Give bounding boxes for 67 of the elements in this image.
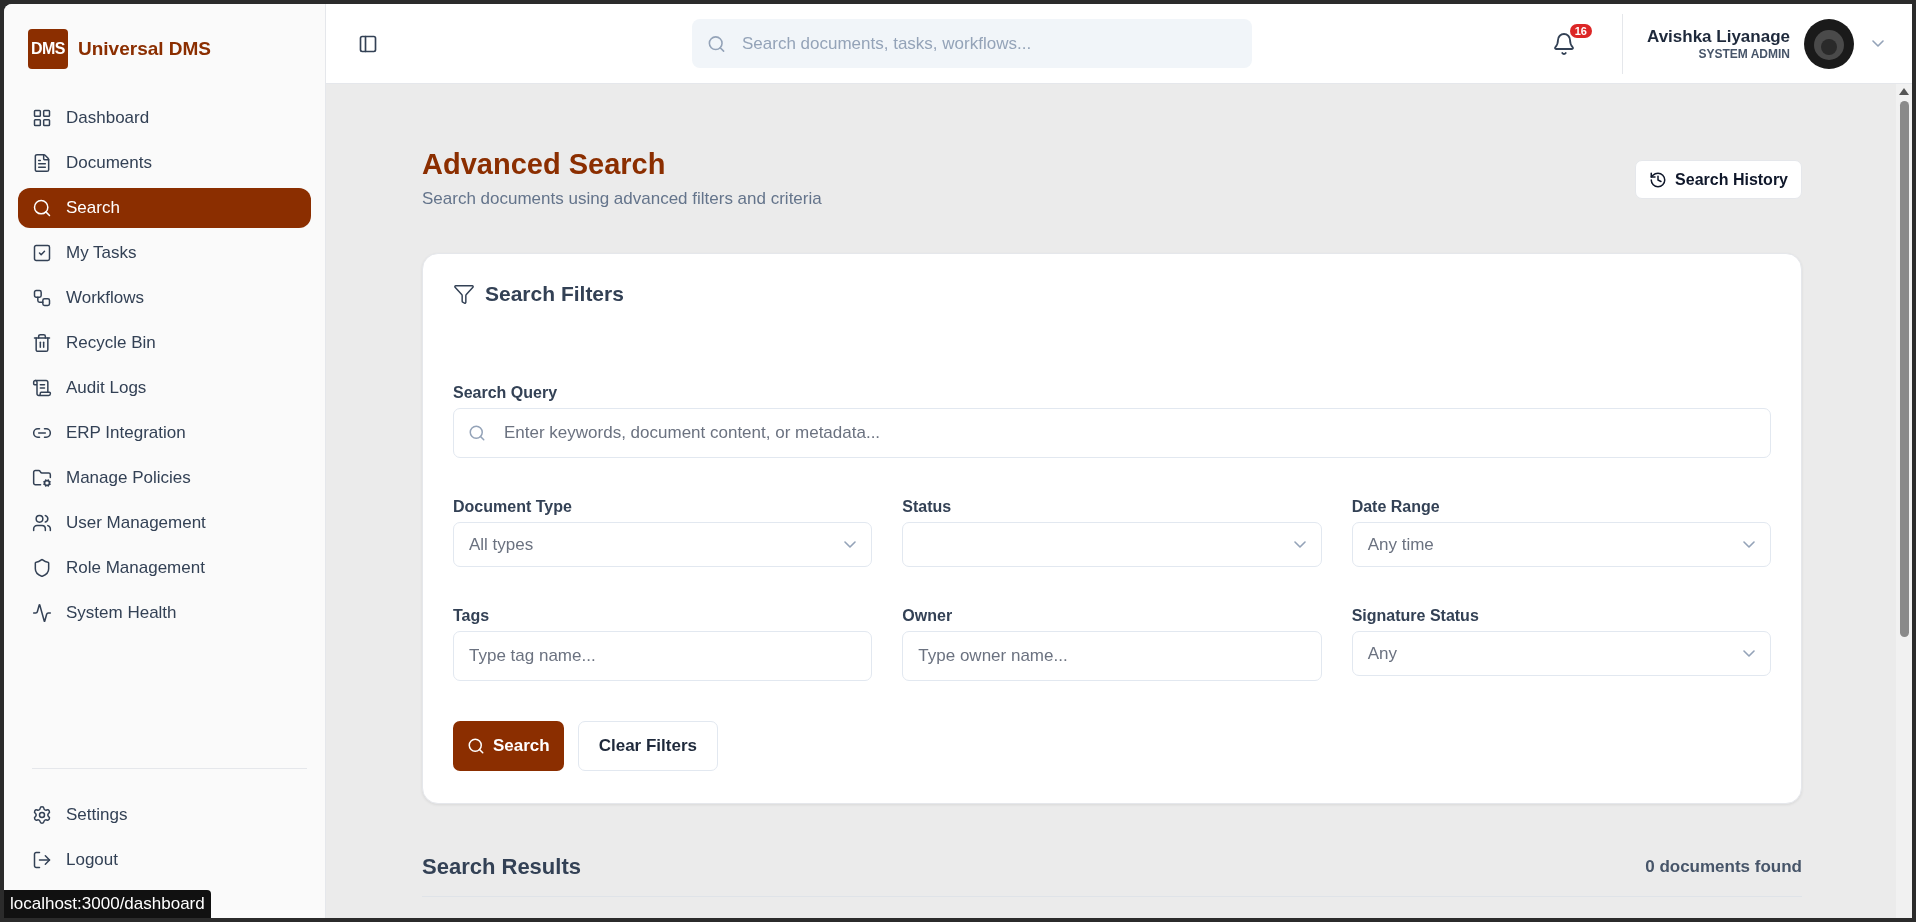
field-label: Document Type <box>453 498 573 516</box>
search-history-button[interactable]: Search History <box>1635 160 1802 199</box>
field-label: Signature Status <box>1351 607 1480 625</box>
sidebar-item[interactable]: User Management <box>18 503 311 543</box>
shield-icon <box>32 558 52 578</box>
trash-icon <box>32 333 52 353</box>
page-subtitle: Search documents using advanced filters and criteria <box>422 189 822 209</box>
brand-name: Universal DMS <box>78 38 212 60</box>
workflow-icon <box>32 288 52 308</box>
scrollbar[interactable] <box>1896 84 1912 918</box>
checkbox-icon <box>32 243 52 263</box>
select-field[interactable]: All types <box>453 522 873 567</box>
query-field[interactable]: Enter keywords, document content, or metadata... <box>453 408 1771 458</box>
field-label: Search Query <box>453 384 559 402</box>
sidebar-item[interactable]: Logout <box>18 840 311 880</box>
notification-badge: 16 <box>1569 23 1592 38</box>
sidebar-item[interactable]: My Tasks <box>18 233 311 273</box>
sidebar-item[interactable]: Workflows <box>18 278 311 318</box>
document-icon <box>32 153 52 173</box>
sidebar-item[interactable]: Recycle Bin <box>18 323 311 363</box>
logout-icon <box>32 850 52 870</box>
field-label: Date Range <box>1351 498 1441 516</box>
settings-icon <box>32 805 52 825</box>
chevron-down-icon <box>1293 541 1306 548</box>
folder-gear-icon <box>32 468 52 488</box>
card-title: Search Filters <box>485 282 624 306</box>
select-field[interactable]: Any <box>1351 631 1771 676</box>
field-label: Tags <box>453 607 491 625</box>
chevron-down-icon <box>844 541 857 548</box>
results-count: 0 documents found <box>1645 857 1802 877</box>
avatar[interactable] <box>1804 18 1854 69</box>
sidebar-item[interactable]: Search <box>18 188 311 228</box>
scroll-up-icon[interactable] <box>1899 88 1909 95</box>
grid-icon <box>32 108 52 128</box>
search-icon <box>32 198 52 218</box>
input-field[interactable]: Type tag name... <box>453 631 873 681</box>
sidebar-item[interactable]: Role Management <box>18 548 311 588</box>
search-button[interactable]: Search <box>453 721 564 771</box>
select-field[interactable]: Any time <box>1351 522 1771 567</box>
results-title: Search Results <box>422 854 581 880</box>
sidebar-item[interactable]: Manage Policies <box>18 458 311 498</box>
page-title: Advanced Search <box>422 148 667 181</box>
chevron-down-icon <box>1743 541 1755 548</box>
users-icon <box>32 513 52 533</box>
clear-filters-button[interactable]: Clear Filters <box>577 721 718 771</box>
sidebar-item[interactable]: Audit Logs <box>18 368 311 408</box>
filter-icon <box>453 283 475 305</box>
pulse-icon <box>32 603 52 623</box>
chevron-down-icon <box>1743 650 1755 657</box>
scroll-icon <box>32 378 52 398</box>
sidebar-item[interactable]: Documents <box>18 143 311 183</box>
search-icon <box>467 737 485 755</box>
history-icon <box>1649 170 1668 189</box>
logo: DMS <box>28 29 68 69</box>
user-name: Avishka Liyanage <box>1647 26 1790 47</box>
field-label: Owner <box>902 607 954 625</box>
sidebar-item[interactable]: Settings <box>18 795 311 835</box>
sidebar-item[interactable]: System Health <box>18 593 311 633</box>
user-role: SYSTEM ADMIN <box>1698 46 1790 61</box>
field-label: Status <box>902 498 953 516</box>
sidebar-item[interactable]: Dashboard <box>18 98 311 138</box>
input-field[interactable]: Type owner name... <box>902 631 1322 681</box>
chevron-down-icon <box>1872 40 1884 47</box>
select-field[interactable] <box>902 522 1322 567</box>
search-field[interactable]: Search documents, tasks, workflows... <box>692 19 1252 68</box>
status-url-tooltip: localhost:3000/dashboard <box>4 890 211 918</box>
sidebar-item[interactable]: ERP Integration <box>18 413 311 453</box>
